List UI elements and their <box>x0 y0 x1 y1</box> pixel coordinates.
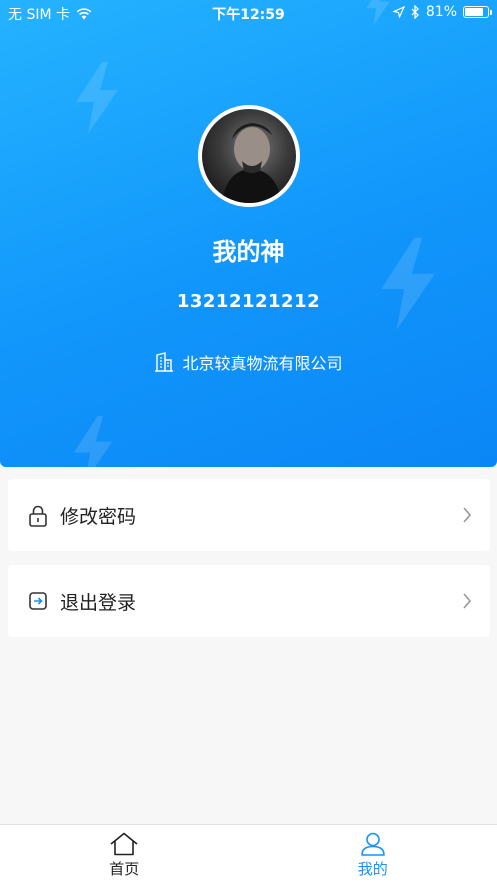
avatar[interactable] <box>198 105 300 207</box>
user-phone: 13212121212 <box>176 291 321 312</box>
lightning-bolt-icon <box>76 62 118 134</box>
change-password-item[interactable]: 修改密码 <box>8 479 490 551</box>
profile-header: 无 SIM 卡 下午12:59 81% 我的神 13212121212 北京较真… <box>0 0 497 467</box>
tab-mine-label: 我的 <box>357 860 388 878</box>
tab-home-label: 首页 <box>109 860 140 878</box>
company-row: 北京较真物流有限公司 <box>0 350 497 374</box>
tab-mine[interactable]: 我的 <box>249 825 497 883</box>
lightning-bolt-icon <box>73 416 113 467</box>
battery-percent: 81% <box>425 4 457 20</box>
chevron-right-icon <box>462 507 472 523</box>
battery-level-fill <box>465 8 483 16</box>
home-icon <box>110 832 138 856</box>
logout-icon <box>28 591 48 611</box>
lock-icon <box>28 505 48 527</box>
bluetooth-icon <box>411 5 419 19</box>
building-icon <box>155 352 174 372</box>
user-icon <box>360 832 385 856</box>
status-bar: 无 SIM 卡 下午12:59 81% <box>0 0 497 26</box>
logout-label: 退出登录 <box>60 591 137 614</box>
tab-bar: 首页 我的 <box>0 824 497 883</box>
avatar-photo <box>202 109 296 203</box>
logout-item[interactable]: 退出登录 <box>8 565 490 637</box>
tab-home[interactable]: 首页 <box>0 825 249 883</box>
change-password-label: 修改密码 <box>60 505 137 528</box>
battery-icon <box>463 6 492 18</box>
company-name: 北京较真物流有限公司 <box>182 354 343 373</box>
location-arrow-icon <box>392 6 405 18</box>
user-name: 我的神 <box>212 238 285 266</box>
chevron-right-icon <box>462 593 472 609</box>
